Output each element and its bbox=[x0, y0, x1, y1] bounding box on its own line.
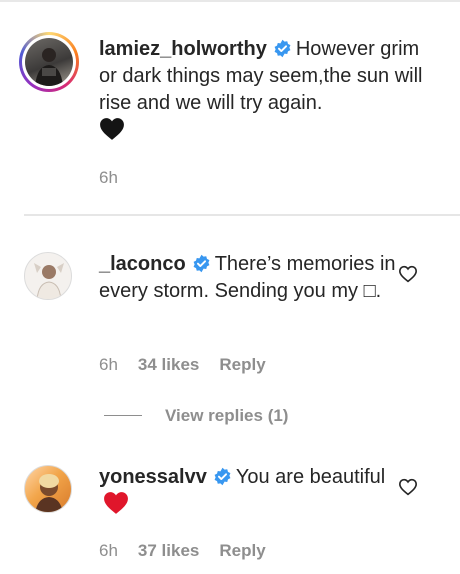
avatar[interactable] bbox=[24, 252, 72, 300]
verified-badge-icon bbox=[214, 467, 231, 486]
verified-badge-icon bbox=[193, 254, 210, 273]
comment-meta: 6h bbox=[99, 168, 138, 188]
comment-username[interactable]: lamiez_holworthy bbox=[99, 38, 267, 60]
comment-time: 6h bbox=[99, 541, 118, 560]
likes-count[interactable]: 37 likes bbox=[138, 541, 199, 560]
comment-meta: 6h 34 likes Reply bbox=[99, 355, 286, 375]
comment-username[interactable]: yonessalvv bbox=[99, 466, 207, 488]
comment-meta: 6h 37 likes Reply bbox=[99, 541, 286, 561]
comment-time: 6h bbox=[99, 168, 118, 187]
red-heart-emoji-icon bbox=[104, 492, 128, 514]
avatar[interactable] bbox=[24, 465, 72, 513]
likes-count[interactable]: 34 likes bbox=[138, 355, 199, 374]
comment-text: You are beautiful bbox=[235, 466, 386, 488]
comment-body: yonessalvv You are beautiful bbox=[99, 464, 399, 519]
comment-time: 6h bbox=[99, 355, 118, 374]
black-heart-emoji-icon bbox=[100, 118, 124, 140]
top-divider bbox=[0, 0, 460, 2]
comment-username[interactable]: _laconco bbox=[99, 253, 186, 275]
reply-button[interactable]: Reply bbox=[219, 541, 265, 560]
like-heart-icon[interactable] bbox=[398, 265, 418, 283]
reply-button[interactable]: Reply bbox=[219, 355, 265, 374]
avatar bbox=[25, 38, 73, 86]
view-replies-button[interactable]: View replies (1) bbox=[165, 406, 288, 426]
replies-line bbox=[104, 415, 142, 416]
comment-body: lamiez_holworthy However grim or dark thi… bbox=[99, 36, 439, 145]
comment-text-end: □. bbox=[363, 280, 382, 302]
like-heart-icon[interactable] bbox=[398, 478, 418, 496]
comment-body: _laconco There’s memories in every storm.… bbox=[99, 251, 399, 305]
verified-badge-icon bbox=[274, 39, 291, 58]
avatar-with-story-ring[interactable] bbox=[19, 32, 79, 92]
section-divider bbox=[24, 214, 460, 216]
